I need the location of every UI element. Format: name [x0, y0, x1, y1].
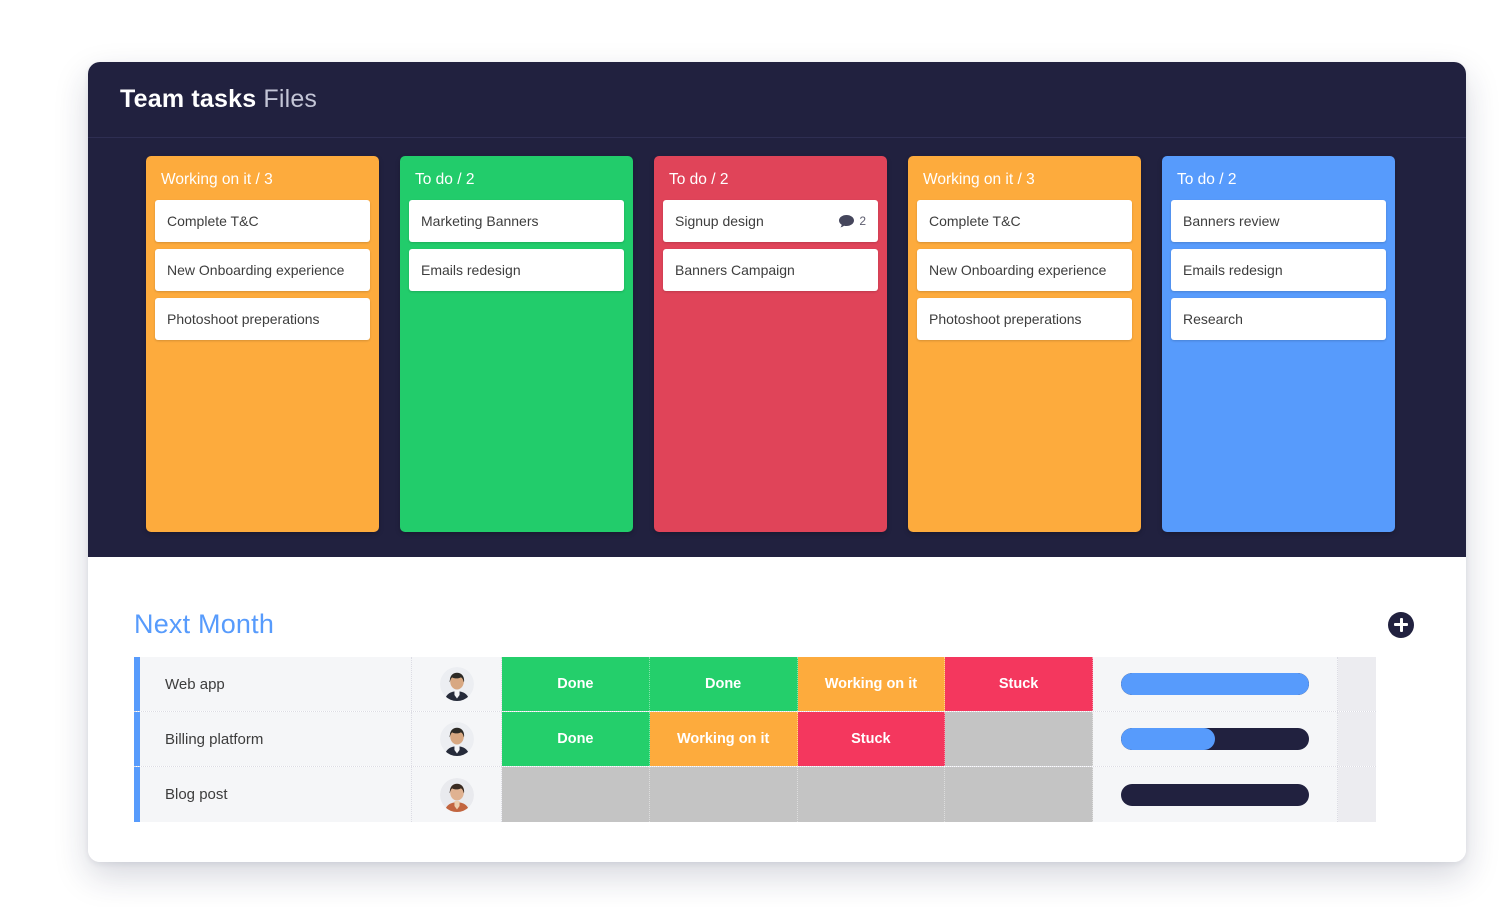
- board-tab-files[interactable]: Files: [263, 85, 317, 113]
- progress-cell[interactable]: [1093, 657, 1338, 711]
- row-name-cell[interactable]: Web app: [140, 657, 412, 711]
- kanban-card-label: Emails redesign: [1183, 262, 1283, 278]
- kanban-card-label: Research: [1183, 311, 1243, 327]
- kanban-card[interactable]: Signup design 2: [663, 200, 878, 242]
- kanban-card-label: Banners Campaign: [675, 262, 795, 278]
- kanban-card[interactable]: Complete T&C: [155, 200, 370, 242]
- kanban-card[interactable]: Research: [1171, 298, 1386, 340]
- kanban-column-title: Working on it / 3: [161, 171, 273, 188]
- kanban-column-title: To do / 2: [669, 171, 729, 188]
- kanban-column-title: Working on it / 3: [923, 171, 1035, 188]
- status-table: Web app Done Done Working on it Stuck Billing…: [134, 657, 1376, 822]
- kanban-card[interactable]: New Onboarding experience: [155, 249, 370, 291]
- avatar-woman-1: [439, 777, 474, 812]
- board-title-main: Team tasks: [120, 85, 257, 113]
- kanban-card-label: Photoshoot preperations: [167, 311, 320, 327]
- progress-bar: [1121, 783, 1309, 806]
- progress-bar-fill: [1121, 728, 1215, 750]
- kanban-card-label: Complete T&C: [929, 213, 1021, 229]
- board-header: Team tasks Files: [88, 62, 1466, 138]
- row-name-cell[interactable]: Billing platform: [140, 712, 412, 766]
- status-cell[interactable]: [945, 767, 1093, 822]
- table-title: Next Month: [134, 609, 275, 639]
- status-cell[interactable]: [502, 767, 650, 822]
- kanban-card-label: New Onboarding experience: [929, 262, 1107, 278]
- kanban-card-label: Signup design: [675, 213, 764, 229]
- row-owner-cell[interactable]: [412, 712, 502, 766]
- status-cell[interactable]: [797, 767, 946, 822]
- avatar-man-2: [439, 722, 474, 756]
- table-row[interactable]: Blog post: [134, 767, 1376, 822]
- kanban-card[interactable]: Complete T&C: [917, 200, 1132, 242]
- kanban-column[interactable]: Working on it / 3 Complete T&C New Onboard…: [146, 156, 379, 532]
- kanban-column[interactable]: Working on it / 3 Complete T&C New Onboard…: [908, 156, 1141, 532]
- kanban-card-comment-badge[interactable]: 2: [839, 211, 866, 231]
- kanban-card-label: New Onboarding experience: [167, 262, 345, 278]
- kanban-column-title: To do / 2: [1177, 171, 1237, 188]
- table-panel: Next Month Web app Done Done Working on it S…: [88, 557, 1466, 862]
- progress-cell[interactable]: [1093, 712, 1338, 766]
- comment-bubble-icon: [839, 214, 855, 227]
- status-label: Working on it: [824, 676, 918, 692]
- row-tail-cell: [1338, 657, 1376, 711]
- kanban-columns: Working on it / 3 Complete T&C New Onboard…: [88, 138, 1466, 532]
- progress-bar-fill: [1121, 673, 1309, 695]
- status-cell[interactable]: Stuck: [945, 657, 1093, 711]
- kanban-card[interactable]: Photoshoot preperations: [917, 298, 1132, 340]
- kanban-card-label: Marketing Banners: [421, 213, 539, 229]
- kanban-card-label: Banners review: [1183, 213, 1280, 229]
- table-row[interactable]: Web app Done Done Working on it Stuck: [134, 657, 1376, 712]
- kanban-card-comment-count: 2: [859, 214, 866, 228]
- kanban-board-panel: Team tasks Files Working on it / 3 Complet…: [88, 62, 1466, 557]
- kanban-card[interactable]: Emails redesign: [1171, 249, 1386, 291]
- kanban-card[interactable]: Photoshoot preperations: [155, 298, 370, 340]
- kanban-card-label: Complete T&C: [167, 213, 259, 229]
- status-label: Stuck: [998, 676, 1039, 692]
- progress-bar: [1121, 673, 1309, 695]
- kanban-column-title: To do / 2: [415, 171, 475, 188]
- status-label: Working on it: [676, 731, 770, 747]
- status-cell[interactable]: Done: [502, 712, 650, 766]
- avatar-man-1: [439, 667, 474, 701]
- status-label: Stuck: [851, 731, 891, 747]
- kanban-card-label: Emails redesign: [421, 262, 521, 278]
- row-tail-cell: [1338, 767, 1376, 822]
- app-card: Team tasks Files Working on it / 3 Complet…: [88, 62, 1466, 862]
- status-label: Done: [557, 676, 594, 692]
- kanban-column[interactable]: To do / 2 Signup design 2 Banners Campaign: [654, 156, 887, 532]
- status-label: Done: [557, 731, 594, 747]
- kanban-card[interactable]: Emails redesign: [409, 249, 624, 291]
- progress-cell[interactable]: [1093, 767, 1338, 822]
- row-owner-cell[interactable]: [412, 767, 502, 822]
- status-cell[interactable]: [945, 712, 1093, 766]
- status-cell[interactable]: Done: [502, 657, 650, 711]
- status-cell[interactable]: Done: [649, 657, 798, 711]
- status-label: Done: [705, 676, 742, 692]
- status-cell[interactable]: [649, 767, 798, 822]
- plus-circle-icon[interactable]: [1388, 611, 1414, 638]
- row-tail-cell: [1338, 712, 1376, 766]
- kanban-card[interactable]: Banners review: [1171, 200, 1386, 242]
- status-cell[interactable]: Working on it: [649, 712, 798, 766]
- table-row[interactable]: Billing platform Done Working on it Stuck: [134, 712, 1376, 767]
- kanban-card[interactable]: Marketing Banners: [409, 200, 624, 242]
- board-title: Team tasks Files: [120, 85, 317, 114]
- status-cell[interactable]: Stuck: [797, 712, 946, 766]
- progress-bar: [1121, 728, 1309, 750]
- kanban-column[interactable]: To do / 2 Banners review Emails redesign Re…: [1162, 156, 1395, 532]
- row-owner-cell[interactable]: [412, 657, 502, 711]
- kanban-column[interactable]: To do / 2 Marketing Banners Emails redesig…: [400, 156, 633, 532]
- row-name-cell[interactable]: Blog post: [140, 767, 412, 822]
- status-cell[interactable]: Working on it: [797, 657, 946, 711]
- kanban-card[interactable]: New Onboarding experience: [917, 249, 1132, 291]
- table-header-row: Next Month: [134, 557, 1420, 657]
- kanban-card-label: Photoshoot preperations: [929, 311, 1082, 327]
- kanban-card[interactable]: Banners Campaign: [663, 249, 878, 291]
